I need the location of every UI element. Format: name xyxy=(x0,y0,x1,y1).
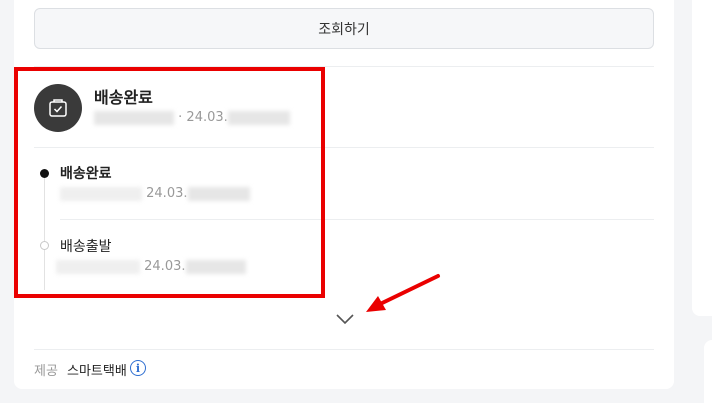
provider-name: 스마트택배 xyxy=(67,364,127,379)
highlight-box xyxy=(14,67,325,298)
divider xyxy=(34,349,654,350)
side-panel xyxy=(692,0,712,316)
chevron-down-icon[interactable] xyxy=(334,311,356,327)
side-panel-lower xyxy=(704,340,712,403)
annotation-arrow-icon xyxy=(366,274,440,312)
lookup-button[interactable]: 조회하기 xyxy=(34,8,654,49)
info-icon[interactable]: i xyxy=(130,360,146,376)
provider-label: 제공 xyxy=(34,364,58,379)
